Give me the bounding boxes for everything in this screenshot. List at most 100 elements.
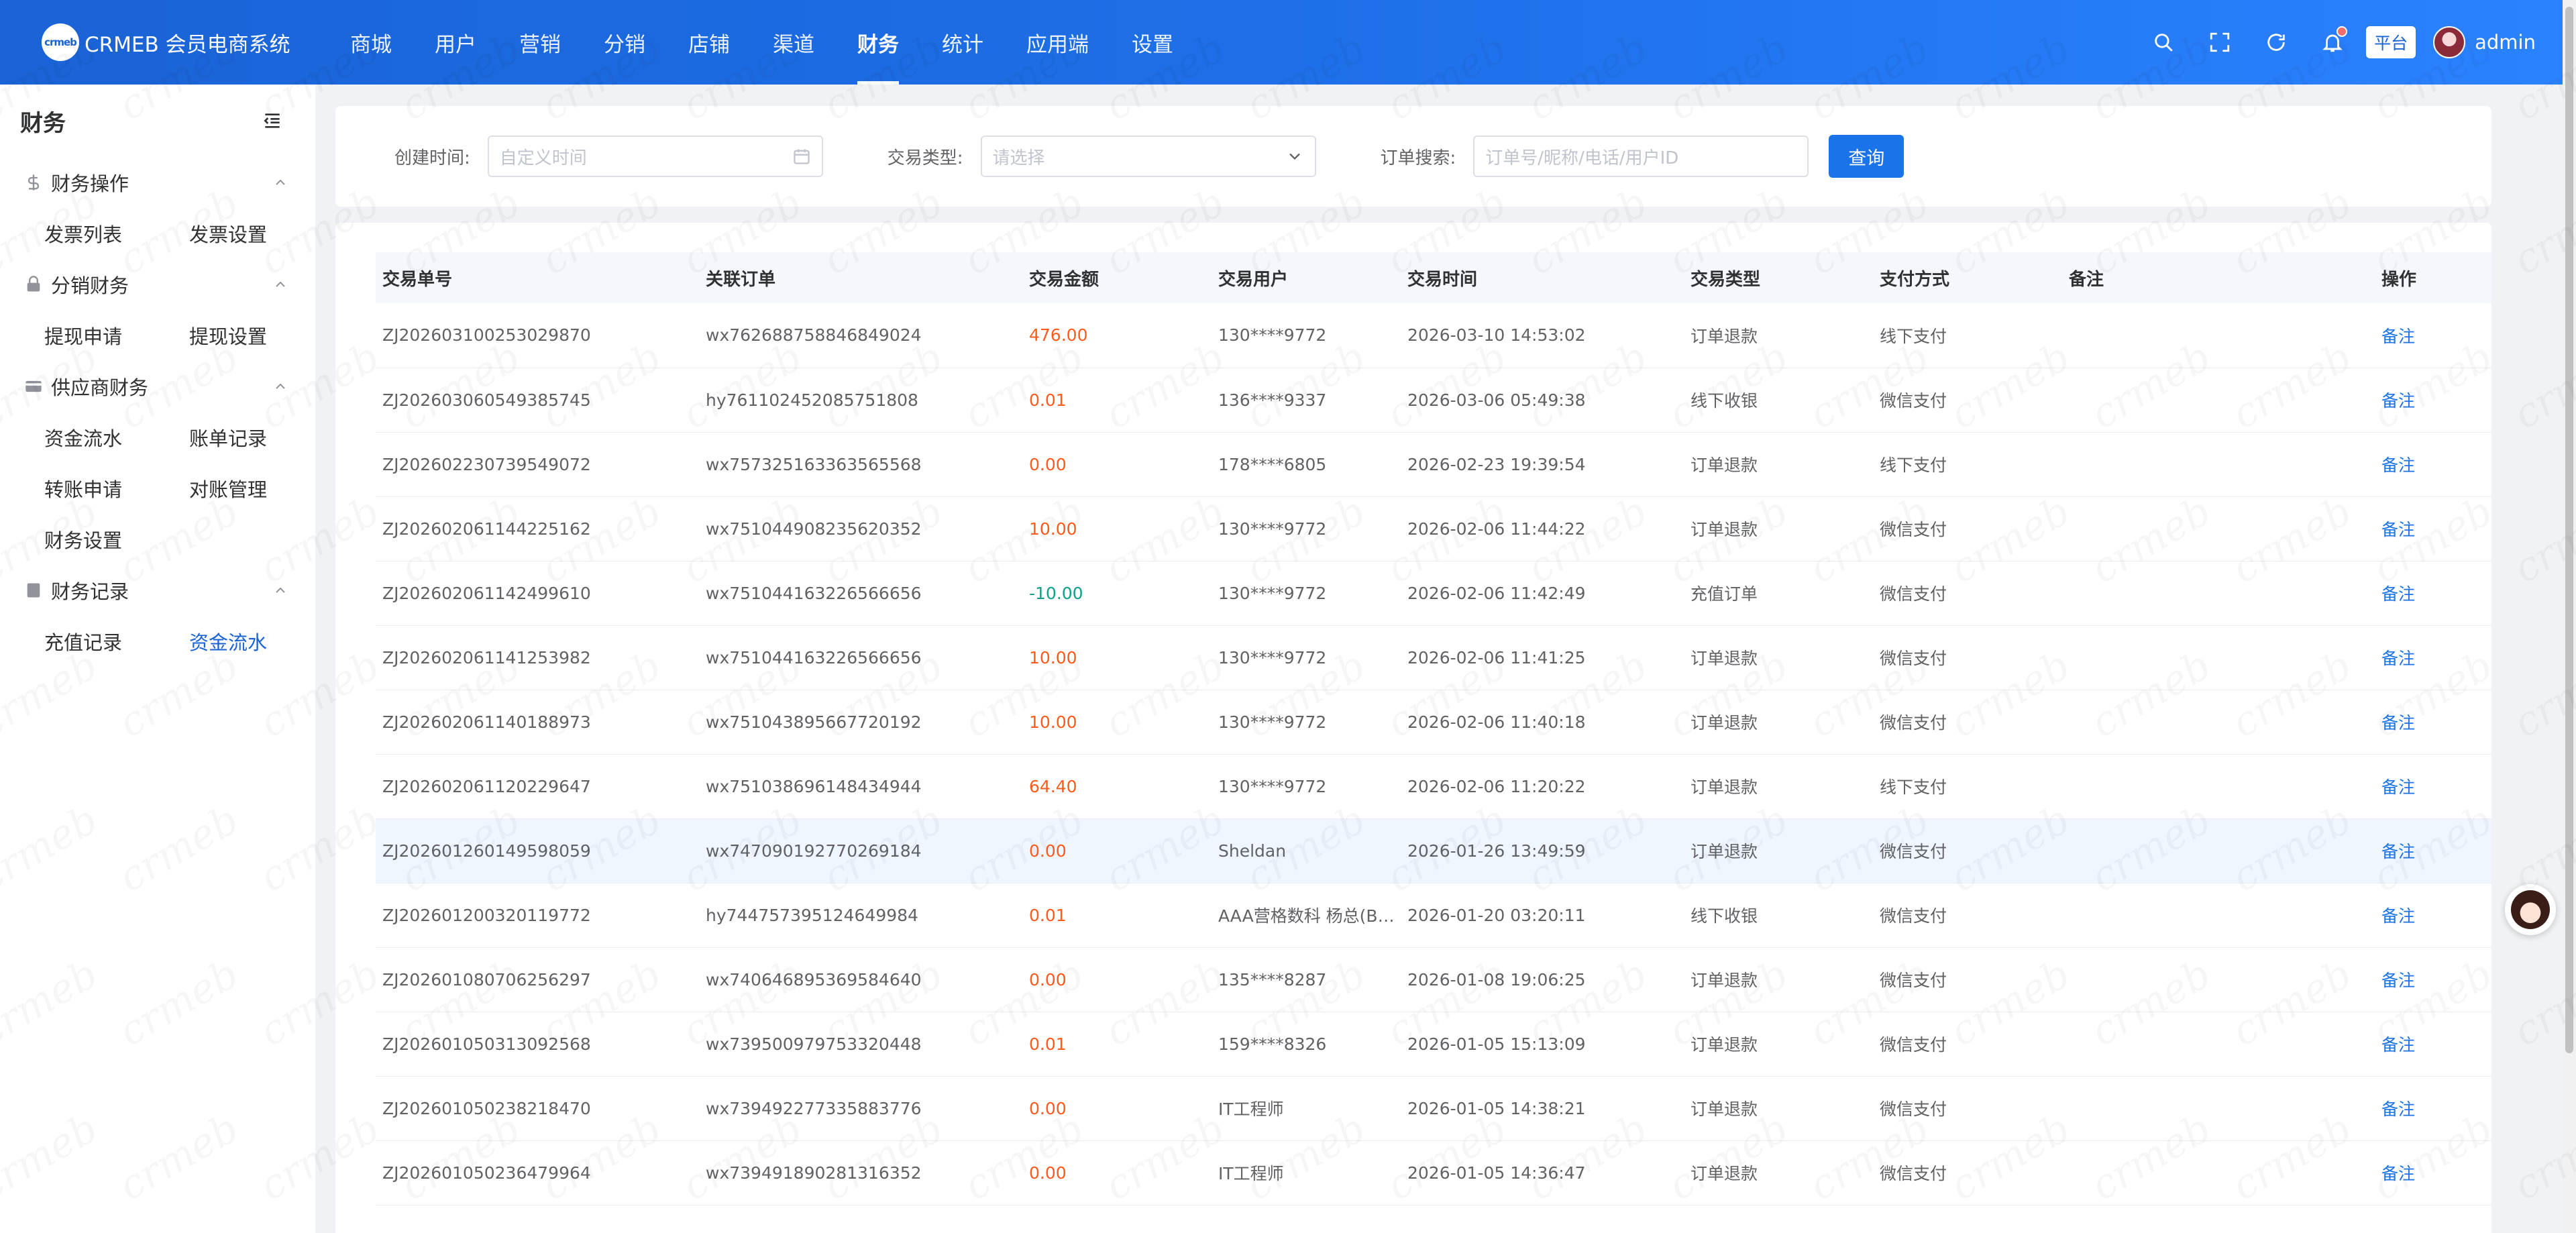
table-cell [2062, 496, 2375, 561]
nav-item[interactable]: 营销 [498, 0, 582, 85]
table-cell: 微信支付 [1873, 690, 2062, 755]
search-icon[interactable] [2135, 14, 2192, 70]
refresh-icon[interactable] [2248, 14, 2304, 70]
transactions-table: 交易单号 关联订单 交易金额 交易用户 交易时间 交易类型 支付方式 备注 操作 ZJ20260… [376, 252, 2491, 1205]
table-cell: 0.01 [1022, 368, 1212, 433]
calendar-icon [794, 149, 810, 164]
sidebar-item[interactable]: 资金流水 [44, 412, 189, 463]
table-cell: 2026-03-10 14:53:02 [1401, 303, 1684, 368]
type-select[interactable]: 请选择 [980, 136, 1316, 177]
chevron-up-icon [276, 179, 285, 185]
scrollbar-thumb[interactable] [2565, 7, 2573, 1053]
sidebar-item[interactable]: 提现申请 [44, 310, 189, 361]
remark-button[interactable]: 备注 [2375, 303, 2491, 368]
sidebar-item[interactable]: 转账申请 [44, 463, 189, 514]
table-cell: ZJ202601050236479964 [376, 1140, 699, 1205]
table-cell: wx751044908235620352 [699, 496, 1022, 561]
table-cell: 2026-01-05 14:38:21 [1401, 1076, 1684, 1141]
table-cell: 159****8326 [1212, 1012, 1401, 1077]
sidebar-item[interactable]: 账单记录 [189, 412, 334, 463]
sidebar-item[interactable]: 资金流水 [189, 616, 334, 667]
remark-button[interactable]: 备注 [2375, 1012, 2491, 1077]
sidebar-group-header[interactable]: 供应商财务 [0, 361, 315, 412]
page-scrollbar[interactable] [2563, 0, 2576, 1233]
table-cell: 135****8287 [1212, 947, 1401, 1012]
table-cell: ZJ202602061120229647 [376, 754, 699, 819]
table-cell [2062, 368, 2375, 433]
created-time-label: 创建时间: [394, 148, 470, 168]
table-cell: 130****9772 [1212, 303, 1401, 368]
sidebar-item[interactable]: 提现设置 [189, 310, 334, 361]
table-cell: 2026-01-05 15:13:09 [1401, 1012, 1684, 1077]
order-search-placeholder: 订单号/昵称/电话/用户ID [1485, 148, 1679, 168]
table-cell: 2026-01-08 19:06:25 [1401, 947, 1684, 1012]
table-cell: 充值订单 [1684, 561, 1873, 626]
sidebar-group-header[interactable]: 财务操作 [0, 157, 315, 208]
chevron-up-icon [276, 281, 285, 287]
table-row: ZJ202603060549385745 hy761102452085751808… [376, 368, 2491, 433]
created-time-input[interactable]: 自定义时间 [487, 136, 823, 177]
table-cell: hy744757395124649984 [699, 883, 1022, 948]
order-search-input[interactable]: 订单号/昵称/电话/用户ID [1473, 136, 1809, 177]
table-cell: ZJ202602061141253982 [376, 625, 699, 690]
nav-item[interactable]: 渠道 [751, 0, 836, 85]
table-cell: 订单退款 [1684, 625, 1873, 690]
collapse-menu-icon[interactable] [262, 110, 283, 131]
customer-service-avatar[interactable] [2505, 884, 2556, 935]
column-header: 交易用户 [1212, 252, 1401, 303]
username[interactable]: admin [2475, 31, 2536, 54]
remark-button[interactable]: 备注 [2375, 818, 2491, 883]
chevron-down-icon [1289, 153, 1300, 160]
table-row: ZJ202602061142499610 wx751044163226566656… [376, 561, 2491, 626]
sidebar-group-header[interactable]: 分销财务 [0, 259, 315, 310]
nav-item[interactable]: 店铺 [667, 0, 751, 85]
table-cell: 0.01 [1022, 1012, 1212, 1077]
sidebar-item[interactable]: 财务设置 [44, 514, 189, 565]
sidebar-item[interactable]: 对账管理 [189, 463, 334, 514]
sidebar-item[interactable]: 发票列表 [44, 208, 189, 259]
remark-button[interactable]: 备注 [2375, 1076, 2491, 1141]
sidebar-item[interactable]: 发票设置 [189, 208, 334, 259]
table-cell: wx751038696148434944 [699, 754, 1022, 819]
table-cell: wx739491890281316352 [699, 1140, 1022, 1205]
remark-button[interactable]: 备注 [2375, 432, 2491, 497]
platform-tag[interactable]: 平台 [2366, 26, 2416, 58]
nav-item[interactable]: 设置 [1110, 0, 1195, 85]
table-cell: wx751044163226566656 [699, 625, 1022, 690]
table-cell [2062, 1140, 2375, 1205]
avatar[interactable] [2433, 26, 2466, 58]
sidebar-group-header[interactable]: 财务记录 [0, 565, 315, 616]
bell-icon[interactable] [2304, 14, 2361, 70]
table-cell: 10.00 [1022, 625, 1212, 690]
sidebar: 财务 财务操作 发票列表 发票设置 分销财务 提现申请 提现设置 供应商财务 资金流水 账单记录… [0, 85, 315, 1233]
doc-icon [24, 581, 43, 600]
logo[interactable]: crmeb CRMEB 会员电商系统 [42, 23, 309, 61]
column-header: 交易金额 [1022, 252, 1212, 303]
nav-item[interactable]: 应用端 [1005, 0, 1110, 85]
remark-button[interactable]: 备注 [2375, 368, 2491, 433]
table-cell: 0.00 [1022, 818, 1212, 883]
sidebar-header: 财务 [0, 85, 315, 157]
nav-item[interactable]: 商城 [329, 0, 413, 85]
fullscreen-icon[interactable] [2192, 14, 2248, 70]
remark-button[interactable]: 备注 [2375, 625, 2491, 690]
remark-button[interactable]: 备注 [2375, 690, 2491, 755]
remark-button[interactable]: 备注 [2375, 947, 2491, 1012]
nav-item[interactable]: 分销 [582, 0, 667, 85]
remark-button[interactable]: 备注 [2375, 561, 2491, 626]
remark-button[interactable]: 备注 [2375, 496, 2491, 561]
table-row: ZJ202601050236479964 wx739491890281316352… [376, 1140, 2491, 1205]
sidebar-item[interactable]: 充值记录 [44, 616, 189, 667]
table-cell: 476.00 [1022, 303, 1212, 368]
remark-button[interactable]: 备注 [2375, 1140, 2491, 1205]
query-button[interactable]: 查询 [1829, 135, 1904, 178]
sidebar-group-label: 财务记录 [51, 580, 129, 603]
nav-item[interactable]: 财务 [836, 0, 920, 85]
table-cell: 2026-03-06 05:49:38 [1401, 368, 1684, 433]
nav-item[interactable]: 统计 [920, 0, 1005, 85]
remark-button[interactable]: 备注 [2375, 754, 2491, 819]
remark-button[interactable]: 备注 [2375, 883, 2491, 948]
nav-item[interactable]: 用户 [413, 0, 498, 85]
table-cell: 130****9772 [1212, 690, 1401, 755]
table-cell: ZJ202602061142499610 [376, 561, 699, 626]
